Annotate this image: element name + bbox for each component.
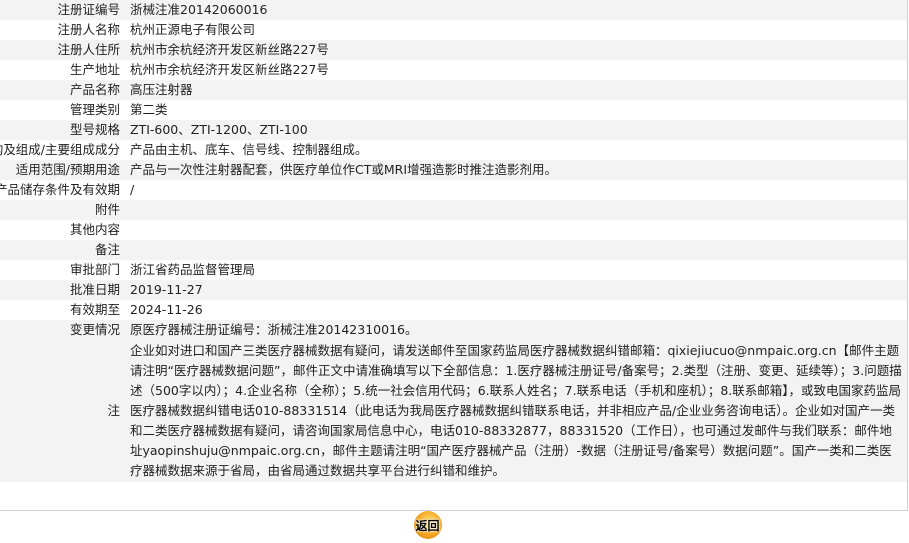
label-product-name: 产品名称 bbox=[0, 80, 124, 100]
row-change-info: 变更情况 原医疗器械注册证编号：浙械注准20142310016。 bbox=[0, 320, 907, 340]
detail-panel: 注册证编号 浙械注准20142060016 注册人名称 杭州正源电子有限公司 注… bbox=[0, 0, 908, 511]
row-production-address: 生产地址 杭州市余杭经济开发区新丝路227号 bbox=[0, 60, 907, 80]
value-approval-date: 2019-11-27 bbox=[124, 280, 907, 300]
label-remarks: 备注 bbox=[0, 240, 124, 260]
row-registration-number: 注册证编号 浙械注准20142060016 bbox=[0, 0, 907, 20]
value-storage-validity: / bbox=[124, 180, 907, 200]
value-approval-department: 浙江省药品监督管理局 bbox=[124, 260, 907, 280]
label-registrant-address: 注册人住所 bbox=[0, 40, 124, 60]
row-registrant-name: 注册人名称 杭州正源电子有限公司 bbox=[0, 20, 907, 40]
label-valid-until: 有效期至 bbox=[0, 300, 124, 320]
value-registrant-address: 杭州市余杭经济开发区新丝路227号 bbox=[124, 40, 907, 60]
value-product-name: 高压注射器 bbox=[124, 80, 907, 100]
row-notes: 注 企业如对进口和国产三类医疗器械数据有疑问，请发送邮件至国家药监局医疗器械数据… bbox=[0, 340, 907, 482]
row-product-name: 产品名称 高压注射器 bbox=[0, 80, 907, 100]
value-registration-number: 浙械注准20142060016 bbox=[124, 0, 907, 20]
label-management-category: 管理类别 bbox=[0, 100, 124, 120]
row-approval-date: 批准日期 2019-11-27 bbox=[0, 280, 907, 300]
value-management-category: 第二类 bbox=[124, 100, 907, 120]
row-structure-composition: 结构及组成/主要组成成分 产品由主机、底车、信号线、控制器组成。 bbox=[0, 140, 907, 160]
footer-bar: 返回 bbox=[0, 510, 909, 543]
row-intended-use: 适用范围/预期用途 产品与一次性注射器配套，供医疗单位作CT或MRI增强造影时推… bbox=[0, 160, 907, 180]
row-model-spec: 型号规格 ZTI-600、ZTI-1200、ZTI-100 bbox=[0, 120, 907, 140]
value-valid-until: 2024-11-26 bbox=[124, 300, 907, 320]
value-attachment bbox=[124, 200, 907, 220]
label-registrant-name: 注册人名称 bbox=[0, 20, 124, 40]
value-notes: 企业如对进口和国产三类医疗器械数据有疑问，请发送邮件至国家药监局医疗器械数据纠错… bbox=[124, 340, 907, 482]
label-approval-date: 批准日期 bbox=[0, 280, 124, 300]
label-change-info: 变更情况 bbox=[0, 320, 124, 340]
label-structure-composition: 结构及组成/主要组成成分 bbox=[0, 140, 124, 160]
row-remarks: 备注 bbox=[0, 240, 907, 260]
back-button[interactable]: 返回 bbox=[404, 511, 451, 539]
label-registration-number: 注册证编号 bbox=[0, 0, 124, 20]
back-button-label: 返回 bbox=[415, 519, 440, 533]
value-intended-use: 产品与一次性注射器配套，供医疗单位作CT或MRI增强造影时推注造影剂用。 bbox=[124, 160, 907, 180]
row-storage-validity: 产品储存条件及有效期 / bbox=[0, 180, 907, 200]
value-remarks bbox=[124, 240, 907, 260]
row-other-content: 其他内容 bbox=[0, 220, 907, 240]
label-intended-use: 适用范围/预期用途 bbox=[0, 160, 124, 180]
row-management-category: 管理类别 第二类 bbox=[0, 100, 907, 120]
label-storage-validity: 产品储存条件及有效期 bbox=[0, 180, 124, 200]
value-change-info: 原医疗器械注册证编号：浙械注准20142310016。 bbox=[124, 320, 907, 340]
row-approval-department: 审批部门 浙江省药品监督管理局 bbox=[0, 260, 907, 280]
label-notes: 注 bbox=[0, 340, 124, 482]
label-attachment: 附件 bbox=[0, 200, 124, 220]
device-registration-table: 注册证编号 浙械注准20142060016 注册人名称 杭州正源电子有限公司 注… bbox=[0, 0, 907, 482]
value-other-content bbox=[124, 220, 907, 240]
label-approval-department: 审批部门 bbox=[0, 260, 124, 280]
row-registrant-address: 注册人住所 杭州市余杭经济开发区新丝路227号 bbox=[0, 40, 907, 60]
value-structure-composition: 产品由主机、底车、信号线、控制器组成。 bbox=[124, 140, 907, 160]
label-other-content: 其他内容 bbox=[0, 220, 124, 240]
value-model-spec: ZTI-600、ZTI-1200、ZTI-100 bbox=[124, 120, 907, 140]
value-registrant-name: 杭州正源电子有限公司 bbox=[124, 20, 907, 40]
row-attachment: 附件 bbox=[0, 200, 907, 220]
row-valid-until: 有效期至 2024-11-26 bbox=[0, 300, 907, 320]
label-production-address: 生产地址 bbox=[0, 60, 124, 80]
label-model-spec: 型号规格 bbox=[0, 120, 124, 140]
value-production-address: 杭州市余杭经济开发区新丝路227号 bbox=[124, 60, 907, 80]
